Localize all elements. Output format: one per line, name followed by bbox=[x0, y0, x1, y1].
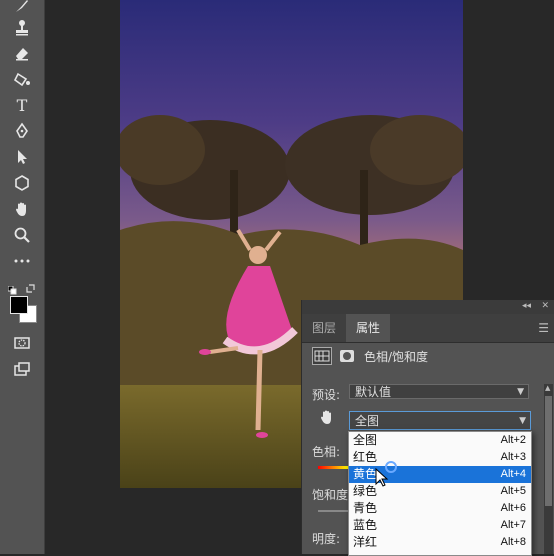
panel-titlebar: ◂◂ ✕ bbox=[302, 300, 554, 314]
preset-value: 默认值 bbox=[355, 385, 392, 399]
pen-icon[interactable] bbox=[8, 120, 36, 142]
more-tools-icon[interactable] bbox=[8, 250, 36, 272]
scroll-up-icon[interactable]: ▲ bbox=[545, 384, 550, 392]
tab-properties[interactable]: 属性 bbox=[346, 314, 391, 342]
panel-menu-icon[interactable]: ☰ bbox=[538, 321, 549, 335]
foreground-color-swatch[interactable] bbox=[10, 296, 28, 314]
adjustment-title: 色相/饱和度 bbox=[364, 349, 429, 364]
mouse-cursor-icon bbox=[375, 468, 389, 487]
tools-panel: T bbox=[0, 0, 45, 554]
paint-bucket-icon[interactable] bbox=[8, 68, 36, 90]
panel-scrollbar[interactable]: ▲ bbox=[544, 384, 553, 554]
channel-option-reds[interactable]: 红色 Alt+3 bbox=[349, 449, 531, 466]
option-label: 洋红 bbox=[353, 535, 378, 549]
option-shortcut: Alt+8 bbox=[500, 536, 526, 548]
option-shortcut: Alt+5 bbox=[500, 485, 526, 497]
quick-mask-icon[interactable] bbox=[8, 332, 36, 354]
panel-tabs: 图层 属性 ☰ bbox=[302, 314, 554, 343]
saturation-label: 饱和度 bbox=[312, 488, 349, 502]
option-label: 全图 bbox=[353, 433, 378, 447]
brush-icon[interactable] bbox=[8, 0, 36, 17]
eraser-icon[interactable] bbox=[8, 42, 36, 64]
type-tool[interactable]: T bbox=[8, 94, 36, 116]
hand-icon[interactable] bbox=[8, 198, 36, 220]
chevron-down-icon: ▼ bbox=[519, 416, 526, 426]
saturation-slider[interactable] bbox=[318, 510, 348, 512]
preset-select[interactable]: 默认值 ▼ bbox=[349, 384, 529, 399]
adjustment-header: 色相/饱和度 bbox=[312, 347, 428, 365]
channel-option-magentas[interactable]: 洋红 Alt+8 bbox=[349, 534, 531, 551]
path-select-icon[interactable] bbox=[8, 146, 36, 168]
screen-mode-icon[interactable] bbox=[8, 358, 36, 380]
hue-gradient bbox=[318, 466, 348, 469]
tab-layers[interactable]: 图层 bbox=[302, 314, 346, 342]
channel-option-cyans[interactable]: 青色 Alt+6 bbox=[349, 500, 531, 517]
channel-option-blues[interactable]: 蓝色 Alt+7 bbox=[349, 517, 531, 534]
swap-colors-icon[interactable] bbox=[25, 279, 36, 293]
layer-mask-icon[interactable] bbox=[340, 350, 354, 362]
shape-icon[interactable] bbox=[8, 172, 36, 194]
hue-saturation-icon[interactable] bbox=[312, 347, 332, 365]
option-label: 红色 bbox=[353, 450, 378, 464]
targeted-adjustment-icon[interactable] bbox=[318, 408, 336, 426]
hue-label: 色相: bbox=[312, 445, 341, 459]
channel-value: 全图 bbox=[355, 414, 380, 428]
channel-dropdown-list: 全图 Alt+2 红色 Alt+3 黄色 Alt+4 绿色 Alt+5 青色 A… bbox=[348, 431, 532, 556]
chevron-down-icon: ▼ bbox=[517, 387, 524, 397]
option-shortcut: Alt+2 bbox=[500, 434, 526, 446]
channel-option-master[interactable]: 全图 Alt+2 bbox=[349, 432, 531, 449]
lightness-label: 明度: bbox=[312, 532, 341, 546]
option-shortcut: Alt+4 bbox=[500, 468, 526, 480]
option-shortcut: Alt+6 bbox=[500, 502, 526, 514]
option-label: 蓝色 bbox=[353, 518, 378, 532]
zoom-icon[interactable] bbox=[8, 224, 36, 246]
option-shortcut: Alt+7 bbox=[500, 519, 526, 531]
close-icon[interactable]: ✕ bbox=[541, 301, 549, 311]
option-shortcut: Alt+3 bbox=[500, 451, 526, 463]
collapse-icon[interactable]: ◂◂ bbox=[522, 301, 531, 311]
scrollbar-thumb[interactable] bbox=[545, 396, 552, 506]
preset-label: 预设: bbox=[312, 388, 341, 402]
default-colors-icon[interactable] bbox=[7, 280, 17, 295]
stamp-icon[interactable] bbox=[8, 17, 36, 39]
option-label: 青色 bbox=[353, 501, 378, 515]
channel-select[interactable]: 全图 ▼ bbox=[349, 411, 531, 430]
